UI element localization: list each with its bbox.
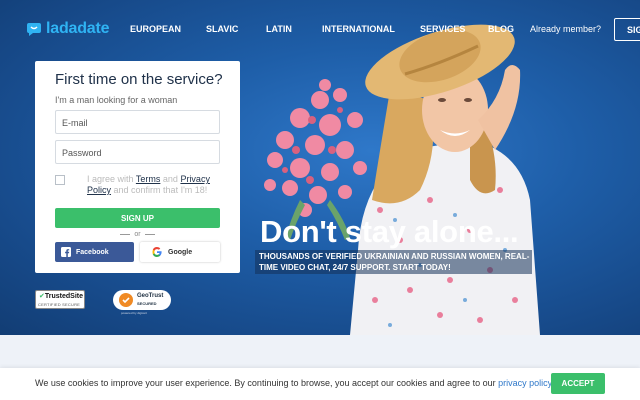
site-logo[interactable]: ladadate [26,20,110,38]
sign-up-button[interactable]: SIGN UP [55,208,220,228]
signup-card: First time on the service? I'm a man loo… [35,61,240,273]
signup-subtitle: I'm a man looking for a woman [55,95,178,105]
hero-subline: THOUSANDS OF VERIFIED UKRAINIAN AND RUSS… [255,250,532,274]
geotrust-subtitle: SECURED [137,301,157,306]
agree-checkbox[interactable] [55,175,65,185]
logo-text: ladadate [46,20,110,37]
hero-headline: Don't stay alone... [260,214,519,249]
terms-link[interactable]: Terms [136,174,161,184]
password-field[interactable]: Password [55,140,220,164]
trustedsite-subtitle: CERTIFIED SECURE [38,302,81,307]
sign-in-button[interactable]: SIG [614,18,640,41]
trustedsite-title: ✔TrustedSite [39,292,83,300]
cookie-text: We use cookies to improve your user expe… [35,378,554,388]
nav-item-european[interactable]: EUROPEAN [130,24,181,34]
google-label: Google [168,248,193,256]
geotrust-powered: powered by digicert [121,311,148,315]
nav-item-blog[interactable]: BLOG [488,24,514,34]
nav-item-latin[interactable]: LATIN [266,24,292,34]
agree-suffix: and confirm that I'm 18! [113,185,208,195]
top-navigation-bar: ladadate EUROPEAN SLAVIC LATIN INTERNATI… [0,0,640,60]
cookie-message: We use cookies to improve your user expe… [35,378,496,388]
email-field[interactable]: E-mail [55,110,220,134]
facebook-icon [61,247,71,257]
nav-item-international[interactable]: INTERNATIONAL [322,24,395,34]
or-divider: or [35,231,240,238]
already-member-text: Already member? [530,24,602,34]
agree-text: I agree with Terms and Privacy Policy an… [87,174,227,196]
facebook-login-button[interactable]: Facebook [55,242,134,262]
cookie-banner: We use cookies to improve your user expe… [0,368,640,400]
agree-and: and [162,174,178,184]
agree-prefix: I agree with [87,174,134,184]
nav-item-slavic[interactable]: SLAVIC [206,24,238,34]
geotrust-title: GeoTrust [137,293,164,299]
google-login-button[interactable]: Google [140,242,220,262]
chat-bubble-logo-icon [27,23,41,36]
geotrust-badge[interactable]: GeoTrust SECURED powered by digicert [113,290,171,315]
trustedsite-title-text: TrustedSite [44,293,83,300]
signup-title: First time on the service? [55,71,223,88]
nav-item-services[interactable]: SERVICES [420,24,465,34]
google-icon [152,247,162,257]
shield-icon [119,293,133,307]
facebook-label: Facebook [76,248,109,256]
trustedsite-badge[interactable]: ✔TrustedSite CERTIFIED SECURE [35,290,85,309]
accept-cookies-button[interactable]: ACCEPT [551,373,605,394]
cookie-privacy-link[interactable]: privacy policy [498,378,551,388]
